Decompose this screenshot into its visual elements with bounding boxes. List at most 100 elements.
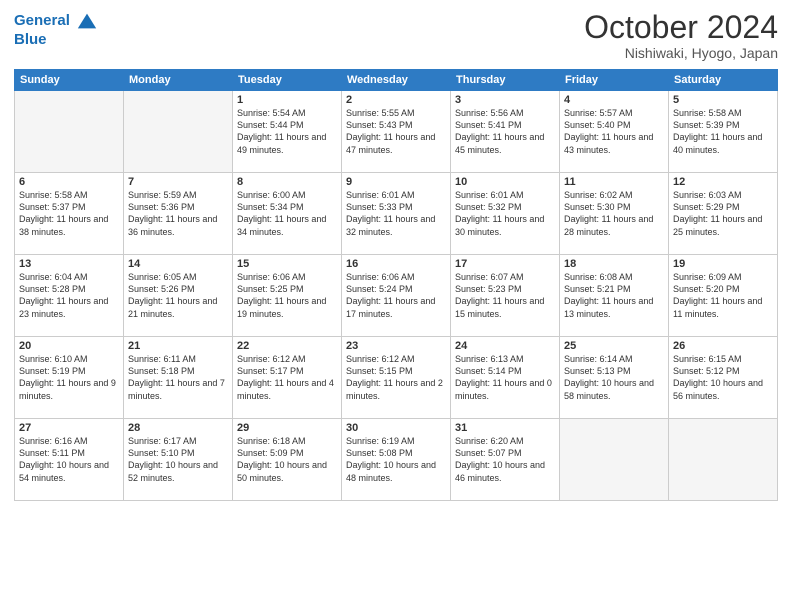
day-number: 30 — [346, 422, 446, 434]
day-cell — [560, 419, 669, 501]
day-info: Sunrise: 6:16 AM Sunset: 5:11 PM Dayligh… — [19, 435, 119, 484]
col-friday: Friday — [560, 70, 669, 91]
day-number: 27 — [19, 422, 119, 434]
day-cell: 26Sunrise: 6:15 AM Sunset: 5:12 PM Dayli… — [669, 337, 778, 419]
day-cell: 3Sunrise: 5:56 AM Sunset: 5:41 PM Daylig… — [451, 91, 560, 173]
day-cell: 5Sunrise: 5:58 AM Sunset: 5:39 PM Daylig… — [669, 91, 778, 173]
day-cell: 10Sunrise: 6:01 AM Sunset: 5:32 PM Dayli… — [451, 173, 560, 255]
day-info: Sunrise: 6:14 AM Sunset: 5:13 PM Dayligh… — [564, 353, 664, 402]
col-wednesday: Wednesday — [342, 70, 451, 91]
day-number: 14 — [128, 258, 228, 270]
day-cell: 12Sunrise: 6:03 AM Sunset: 5:29 PM Dayli… — [669, 173, 778, 255]
day-number: 8 — [237, 176, 337, 188]
day-cell: 28Sunrise: 6:17 AM Sunset: 5:10 PM Dayli… — [124, 419, 233, 501]
day-number: 19 — [673, 258, 773, 270]
day-number: 31 — [455, 422, 555, 434]
day-cell: 2Sunrise: 5:55 AM Sunset: 5:43 PM Daylig… — [342, 91, 451, 173]
header-row: Sunday Monday Tuesday Wednesday Thursday… — [15, 70, 778, 91]
day-cell: 31Sunrise: 6:20 AM Sunset: 5:07 PM Dayli… — [451, 419, 560, 501]
day-number: 21 — [128, 340, 228, 352]
title-block: October 2024 Nishiwaki, Hyogo, Japan — [584, 10, 778, 61]
day-number: 6 — [19, 176, 119, 188]
day-cell: 15Sunrise: 6:06 AM Sunset: 5:25 PM Dayli… — [233, 255, 342, 337]
day-cell: 6Sunrise: 5:58 AM Sunset: 5:37 PM Daylig… — [15, 173, 124, 255]
day-info: Sunrise: 6:18 AM Sunset: 5:09 PM Dayligh… — [237, 435, 337, 484]
day-cell: 27Sunrise: 6:16 AM Sunset: 5:11 PM Dayli… — [15, 419, 124, 501]
day-info: Sunrise: 5:55 AM Sunset: 5:43 PM Dayligh… — [346, 107, 446, 156]
day-number: 2 — [346, 94, 446, 106]
day-info: Sunrise: 5:57 AM Sunset: 5:40 PM Dayligh… — [564, 107, 664, 156]
logo-icon — [76, 10, 98, 32]
day-number: 24 — [455, 340, 555, 352]
header: General Blue October 2024 Nishiwaki, Hyo… — [14, 10, 778, 61]
day-number: 10 — [455, 176, 555, 188]
day-cell: 13Sunrise: 6:04 AM Sunset: 5:28 PM Dayli… — [15, 255, 124, 337]
day-cell — [124, 91, 233, 173]
logo: General Blue — [14, 10, 98, 49]
day-number: 20 — [19, 340, 119, 352]
col-sunday: Sunday — [15, 70, 124, 91]
day-number: 12 — [673, 176, 773, 188]
day-cell: 18Sunrise: 6:08 AM Sunset: 5:21 PM Dayli… — [560, 255, 669, 337]
week-row-3: 13Sunrise: 6:04 AM Sunset: 5:28 PM Dayli… — [15, 255, 778, 337]
day-number: 11 — [564, 176, 664, 188]
day-number: 13 — [19, 258, 119, 270]
col-monday: Monday — [124, 70, 233, 91]
day-cell: 14Sunrise: 6:05 AM Sunset: 5:26 PM Dayli… — [124, 255, 233, 337]
logo-text: General Blue — [14, 10, 98, 49]
day-number: 3 — [455, 94, 555, 106]
day-info: Sunrise: 5:58 AM Sunset: 5:39 PM Dayligh… — [673, 107, 773, 156]
day-info: Sunrise: 6:20 AM Sunset: 5:07 PM Dayligh… — [455, 435, 555, 484]
day-info: Sunrise: 6:12 AM Sunset: 5:15 PM Dayligh… — [346, 353, 446, 402]
day-cell — [669, 419, 778, 501]
week-row-1: 1Sunrise: 5:54 AM Sunset: 5:44 PM Daylig… — [15, 91, 778, 173]
day-number: 7 — [128, 176, 228, 188]
day-info: Sunrise: 6:07 AM Sunset: 5:23 PM Dayligh… — [455, 271, 555, 320]
day-cell: 16Sunrise: 6:06 AM Sunset: 5:24 PM Dayli… — [342, 255, 451, 337]
day-number: 17 — [455, 258, 555, 270]
day-info: Sunrise: 6:06 AM Sunset: 5:24 PM Dayligh… — [346, 271, 446, 320]
day-cell: 17Sunrise: 6:07 AM Sunset: 5:23 PM Dayli… — [451, 255, 560, 337]
day-info: Sunrise: 6:15 AM Sunset: 5:12 PM Dayligh… — [673, 353, 773, 402]
day-cell: 4Sunrise: 5:57 AM Sunset: 5:40 PM Daylig… — [560, 91, 669, 173]
day-cell: 30Sunrise: 6:19 AM Sunset: 5:08 PM Dayli… — [342, 419, 451, 501]
day-cell: 23Sunrise: 6:12 AM Sunset: 5:15 PM Dayli… — [342, 337, 451, 419]
week-row-4: 20Sunrise: 6:10 AM Sunset: 5:19 PM Dayli… — [15, 337, 778, 419]
day-info: Sunrise: 5:59 AM Sunset: 5:36 PM Dayligh… — [128, 189, 228, 238]
day-number: 15 — [237, 258, 337, 270]
day-info: Sunrise: 6:13 AM Sunset: 5:14 PM Dayligh… — [455, 353, 555, 402]
day-info: Sunrise: 6:17 AM Sunset: 5:10 PM Dayligh… — [128, 435, 228, 484]
day-number: 28 — [128, 422, 228, 434]
day-info: Sunrise: 5:58 AM Sunset: 5:37 PM Dayligh… — [19, 189, 119, 238]
week-row-5: 27Sunrise: 6:16 AM Sunset: 5:11 PM Dayli… — [15, 419, 778, 501]
day-number: 16 — [346, 258, 446, 270]
day-info: Sunrise: 6:09 AM Sunset: 5:20 PM Dayligh… — [673, 271, 773, 320]
day-cell: 21Sunrise: 6:11 AM Sunset: 5:18 PM Dayli… — [124, 337, 233, 419]
day-number: 5 — [673, 94, 773, 106]
location-title: Nishiwaki, Hyogo, Japan — [584, 45, 778, 61]
day-cell: 1Sunrise: 5:54 AM Sunset: 5:44 PM Daylig… — [233, 91, 342, 173]
day-info: Sunrise: 5:56 AM Sunset: 5:41 PM Dayligh… — [455, 107, 555, 156]
calendar-table: Sunday Monday Tuesday Wednesday Thursday… — [14, 69, 778, 501]
day-number: 4 — [564, 94, 664, 106]
day-cell: 24Sunrise: 6:13 AM Sunset: 5:14 PM Dayli… — [451, 337, 560, 419]
day-cell: 29Sunrise: 6:18 AM Sunset: 5:09 PM Dayli… — [233, 419, 342, 501]
day-info: Sunrise: 6:19 AM Sunset: 5:08 PM Dayligh… — [346, 435, 446, 484]
day-info: Sunrise: 6:08 AM Sunset: 5:21 PM Dayligh… — [564, 271, 664, 320]
day-info: Sunrise: 6:06 AM Sunset: 5:25 PM Dayligh… — [237, 271, 337, 320]
day-number: 1 — [237, 94, 337, 106]
day-number: 25 — [564, 340, 664, 352]
week-row-2: 6Sunrise: 5:58 AM Sunset: 5:37 PM Daylig… — [15, 173, 778, 255]
day-cell: 8Sunrise: 6:00 AM Sunset: 5:34 PM Daylig… — [233, 173, 342, 255]
page-container: General Blue October 2024 Nishiwaki, Hyo… — [0, 0, 792, 509]
day-cell — [15, 91, 124, 173]
col-saturday: Saturday — [669, 70, 778, 91]
col-tuesday: Tuesday — [233, 70, 342, 91]
day-info: Sunrise: 6:00 AM Sunset: 5:34 PM Dayligh… — [237, 189, 337, 238]
month-title: October 2024 — [584, 10, 778, 45]
day-cell: 19Sunrise: 6:09 AM Sunset: 5:20 PM Dayli… — [669, 255, 778, 337]
day-cell: 9Sunrise: 6:01 AM Sunset: 5:33 PM Daylig… — [342, 173, 451, 255]
day-number: 9 — [346, 176, 446, 188]
day-cell: 22Sunrise: 6:12 AM Sunset: 5:17 PM Dayli… — [233, 337, 342, 419]
day-info: Sunrise: 6:12 AM Sunset: 5:17 PM Dayligh… — [237, 353, 337, 402]
